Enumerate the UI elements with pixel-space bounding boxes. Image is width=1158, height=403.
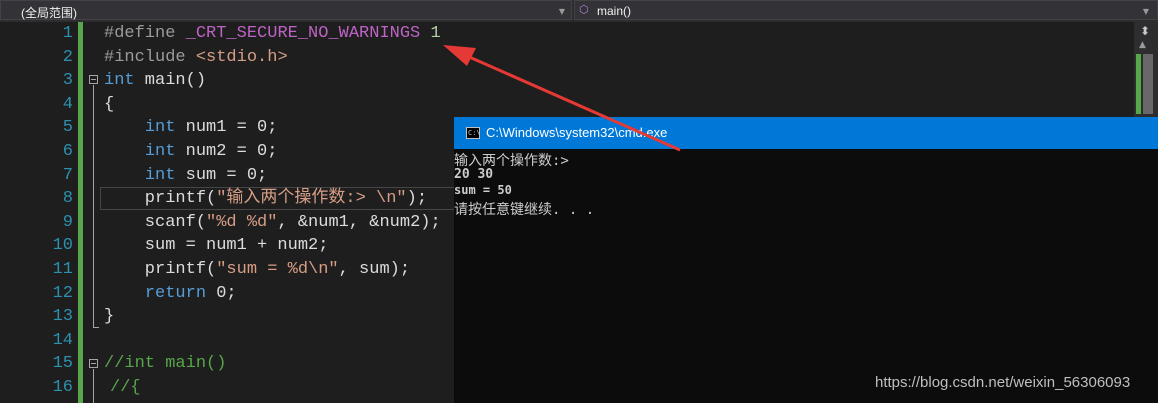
code-line-1[interactable]: #define _CRT_SECURE_NO_WARNINGS 1 <box>104 22 441 46</box>
code-line-4[interactable]: { <box>104 93 114 117</box>
line-number: 4 <box>62 94 73 114</box>
code-line-12[interactable]: return 0; <box>104 282 237 306</box>
keyword: int <box>144 142 176 161</box>
keyword: int <box>144 165 176 185</box>
code-line-8[interactable]: printf("输入两个操作数:> \n"); <box>104 187 427 211</box>
macro-name: _CRT_SECURE_NO_WARNINGS <box>185 24 421 43</box>
code-line-10[interactable]: sum = num1 + num2; <box>104 234 329 258</box>
statement-end: , sum); <box>338 260 411 279</box>
comment: //int main() <box>104 354 227 374</box>
console-window[interactable]: C:\ C:\Windows\system32\cmd.exe 输入两个操作数:… <box>454 117 1158 403</box>
line-number: 5 <box>62 118 73 138</box>
line-number: 2 <box>62 47 73 67</box>
code-line-7[interactable]: int sum = 0; <box>104 164 267 188</box>
console-title-bar[interactable]: C:\ C:\Windows\system32\cmd.exe <box>454 117 1158 149</box>
statement: num2 = 0; <box>175 142 278 161</box>
split-view-icon[interactable]: ⬍ <box>1138 24 1152 38</box>
code-line-13[interactable]: } <box>104 305 114 329</box>
preprocessor-keyword: #define <box>104 24 186 43</box>
code-line-5[interactable]: int num1 = 0; <box>104 116 278 140</box>
number-literal: 1 <box>420 24 441 43</box>
line-number: 6 <box>62 142 73 161</box>
function-dropdown-label: main() <box>597 4 632 18</box>
code-line-3[interactable]: int main() <box>104 69 206 93</box>
statement: sum = 0; <box>175 165 268 185</box>
function-call: printf( <box>104 260 217 279</box>
change-marker-overview <box>1136 54 1141 114</box>
statement: num1 = 0; <box>175 118 278 138</box>
line-number: 15 <box>52 354 73 374</box>
brace: } <box>104 307 115 327</box>
fold-guide <box>93 369 94 403</box>
string-literal: "sum = %d\n" <box>216 260 339 279</box>
chevron-down-icon: ▼ <box>1142 7 1149 16</box>
line-number: 13 <box>52 307 73 327</box>
string-literal: "%d %d" <box>206 212 278 232</box>
statement: sum = num1 + num2; <box>104 236 329 256</box>
function-call: printf( <box>104 189 217 209</box>
navigation-bar: (全局范围) ▼ ⬡ main() ▼ <box>0 0 1158 23</box>
collapse-toggle[interactable] <box>89 359 98 368</box>
scrollbar-thumb[interactable] <box>1143 54 1153 114</box>
console-output-line: 20 30 <box>454 167 494 182</box>
keyword: int <box>144 118 176 138</box>
line-number: 11 <box>52 260 73 279</box>
function-dropdown[interactable]: ⬡ main() ▼ <box>574 0 1158 20</box>
string-literal: "输入两个操作数:> \n" <box>216 189 407 209</box>
fold-guide-end <box>93 327 99 328</box>
line-number: 7 <box>62 165 73 185</box>
keyword: return <box>144 283 207 303</box>
scope-dropdown-label: (全局范围) <box>21 6 77 20</box>
code-line-11[interactable]: printf("sum = %d\n", sum); <box>104 258 410 282</box>
console-icon: C:\ <box>466 127 481 139</box>
line-number: 14 <box>52 330 73 350</box>
scope-dropdown[interactable]: (全局范围) ▼ <box>0 0 572 20</box>
change-marker-bar <box>78 22 83 403</box>
collapse-toggle[interactable] <box>89 75 98 84</box>
statement-end: , &num1, &num2); <box>277 212 441 232</box>
code-line-6[interactable]: int num2 = 0; <box>104 140 278 164</box>
line-number: 8 <box>62 189 73 209</box>
code-line-16[interactable]: //{ <box>110 376 141 400</box>
console-title: C:\Windows\system32\cmd.exe <box>486 125 668 140</box>
keyword: int <box>104 71 135 91</box>
console-output-line: 请按任意键继续. . . <box>454 202 595 218</box>
line-number: 3 <box>62 71 73 91</box>
comment: //{ <box>110 378 141 397</box>
scroll-up-icon[interactable]: ▲ <box>1139 40 1146 50</box>
identifier: main() <box>134 71 207 91</box>
brace: { <box>104 94 115 114</box>
fold-guide <box>93 85 94 328</box>
line-number-gutter: 1 2 3 4 5 6 7 8 9 10 11 12 13 14 15 16 <box>0 22 78 403</box>
function-call: scanf( <box>104 212 207 232</box>
code-line-9[interactable]: scanf("%d %d", &num1, &num2); <box>104 211 441 235</box>
line-number: 1 <box>62 24 73 43</box>
code-line-15[interactable]: //int main() <box>104 352 226 376</box>
line-number: 9 <box>62 212 73 232</box>
chevron-down-icon: ▼ <box>558 7 565 16</box>
watermark: https://blog.csdn.net/weixin_56306093 <box>875 374 1131 391</box>
line-number: 10 <box>52 236 73 256</box>
console-output-line: sum = 50 <box>454 183 512 197</box>
line-number: 12 <box>52 283 73 303</box>
statement-end: ); <box>406 189 428 209</box>
code-line-2[interactable]: #include <stdio.h> <box>104 46 288 70</box>
line-number: 16 <box>52 378 73 397</box>
preprocessor-keyword: #include <box>104 47 196 67</box>
include-path: <stdio.h> <box>195 47 288 67</box>
statement: 0; <box>206 283 237 303</box>
function-cube-icon: ⬡ <box>579 3 589 16</box>
